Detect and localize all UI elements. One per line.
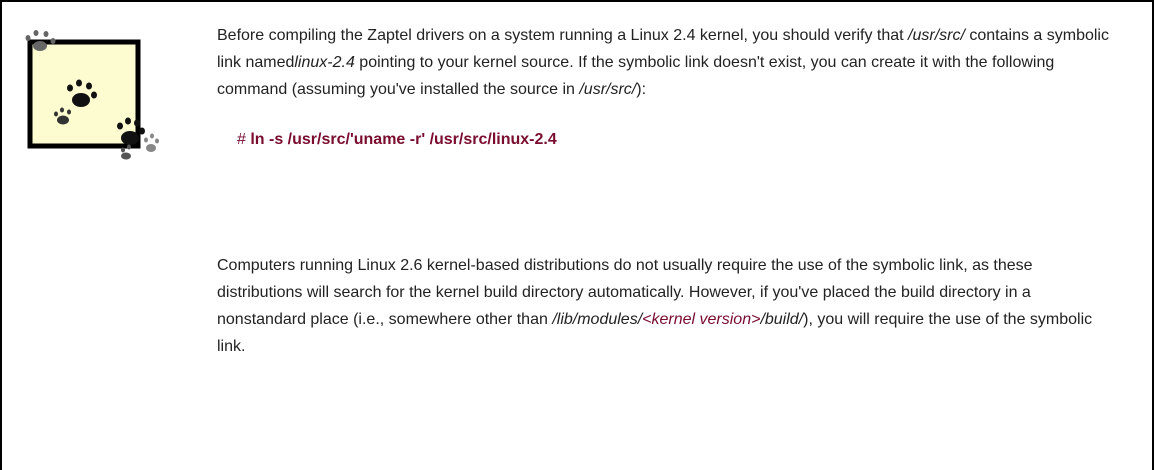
path-usr-src: /usr/src/	[908, 27, 965, 44]
note-box: Before compiling the Zaptel drivers on a…	[0, 0, 1154, 470]
kernel-version-placeholder: <kernel version>	[642, 311, 761, 328]
path-linux-2-4: linux-2.4	[294, 54, 355, 71]
path-lib-modules: /lib/modules/	[552, 311, 643, 328]
command-prompt: #	[237, 131, 251, 148]
path-usr-src: /usr/src/	[579, 81, 637, 98]
command-text: ln -s /usr/src/'uname -r' /usr/src/linux…	[250, 131, 557, 148]
text: Before compiling the Zaptel drivers on a…	[217, 27, 909, 44]
note-content: Before compiling the Zaptel drivers on a…	[217, 22, 1117, 360]
note-paragraph-2: Computers running Linux 2.6 kernel-based…	[217, 252, 1117, 360]
code-command: # ln -s /usr/src/'uname -r' /usr/src/lin…	[217, 126, 1117, 153]
path-build: /build/	[760, 311, 804, 328]
note-paragraph-1: Before compiling the Zaptel drivers on a…	[217, 22, 1117, 103]
text: ):	[636, 81, 647, 98]
note-pawprint-icon	[20, 28, 160, 160]
